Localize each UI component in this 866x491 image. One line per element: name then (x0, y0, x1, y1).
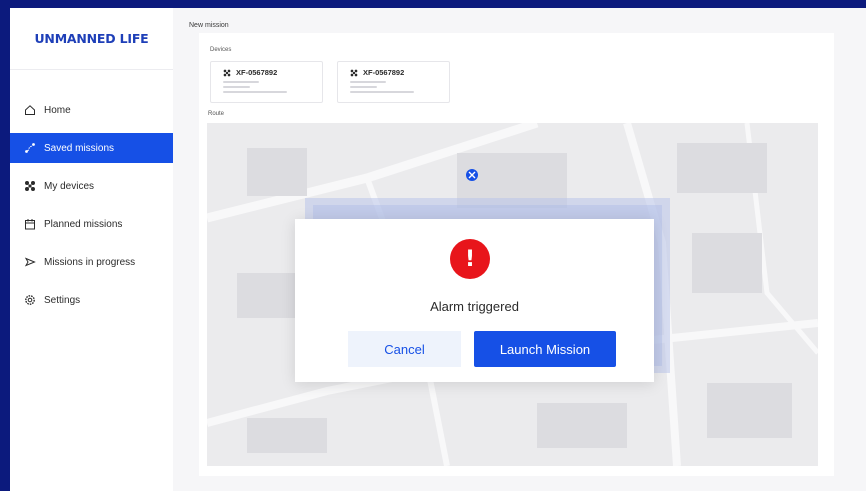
sidebar-item-planned-missions[interactable]: Planned missions (10, 209, 173, 239)
sidebar-item-label: My devices (44, 180, 95, 192)
logo-area: UNMANNED LIFE (10, 8, 173, 70)
device-detail-line (350, 91, 414, 93)
sidebar-item-label: Saved missions (44, 142, 115, 154)
sidebar-item-label: Missions in progress (44, 256, 136, 268)
alert-icon: ! (450, 239, 490, 279)
device-name: XF-0567892 (363, 68, 405, 77)
device-name-row: XF-0567892 (223, 68, 277, 77)
sidebar-item-label: Planned missions (44, 218, 123, 230)
device-detail-line (350, 81, 386, 83)
device-detail-line (223, 86, 250, 88)
alarm-modal: ! Alarm triggered Cancel Launch Mission (295, 219, 654, 382)
devices-label: Devices (210, 47, 232, 53)
sidebar-nav: Home Saved missions My devices Planned m… (10, 95, 173, 323)
drone-icon (350, 69, 358, 77)
drone-icon (23, 180, 36, 193)
device-detail-line (223, 81, 259, 83)
page-title: New mission (189, 22, 229, 29)
route-icon (23, 142, 36, 155)
play-icon (23, 256, 36, 269)
sidebar: UNMANNED LIFE Home Saved missions My dev… (10, 8, 173, 491)
device-name: XF-0567892 (236, 68, 278, 77)
device-card[interactable]: XF-0567892 (337, 61, 450, 103)
logo: UNMANNED LIFE (34, 31, 149, 46)
app-frame: UNMANNED LIFE Home Saved missions My dev… (0, 0, 866, 491)
sidebar-item-my-devices[interactable]: My devices (10, 171, 173, 201)
device-name-row: XF-0567892 (350, 68, 404, 77)
launch-mission-button[interactable]: Launch Mission (474, 331, 616, 367)
home-icon (23, 104, 36, 117)
drone-icon (223, 69, 231, 77)
alarm-message: Alarm triggered (430, 299, 519, 314)
device-card[interactable]: XF-0567892 (210, 61, 323, 103)
sidebar-item-label: Home (44, 104, 71, 116)
sidebar-item-home[interactable]: Home (10, 95, 173, 125)
sidebar-item-saved-missions[interactable]: Saved missions (10, 133, 173, 163)
sidebar-item-settings[interactable]: Settings (10, 285, 173, 315)
sidebar-item-label: Settings (44, 294, 81, 306)
device-detail-line (350, 86, 377, 88)
cancel-button[interactable]: Cancel (348, 331, 461, 367)
sidebar-item-missions-in-progress[interactable]: Missions in progress (10, 247, 173, 277)
route-label: Route (208, 111, 225, 117)
calendar-icon (23, 218, 36, 231)
gear-icon (23, 294, 36, 307)
device-detail-line (223, 91, 287, 93)
